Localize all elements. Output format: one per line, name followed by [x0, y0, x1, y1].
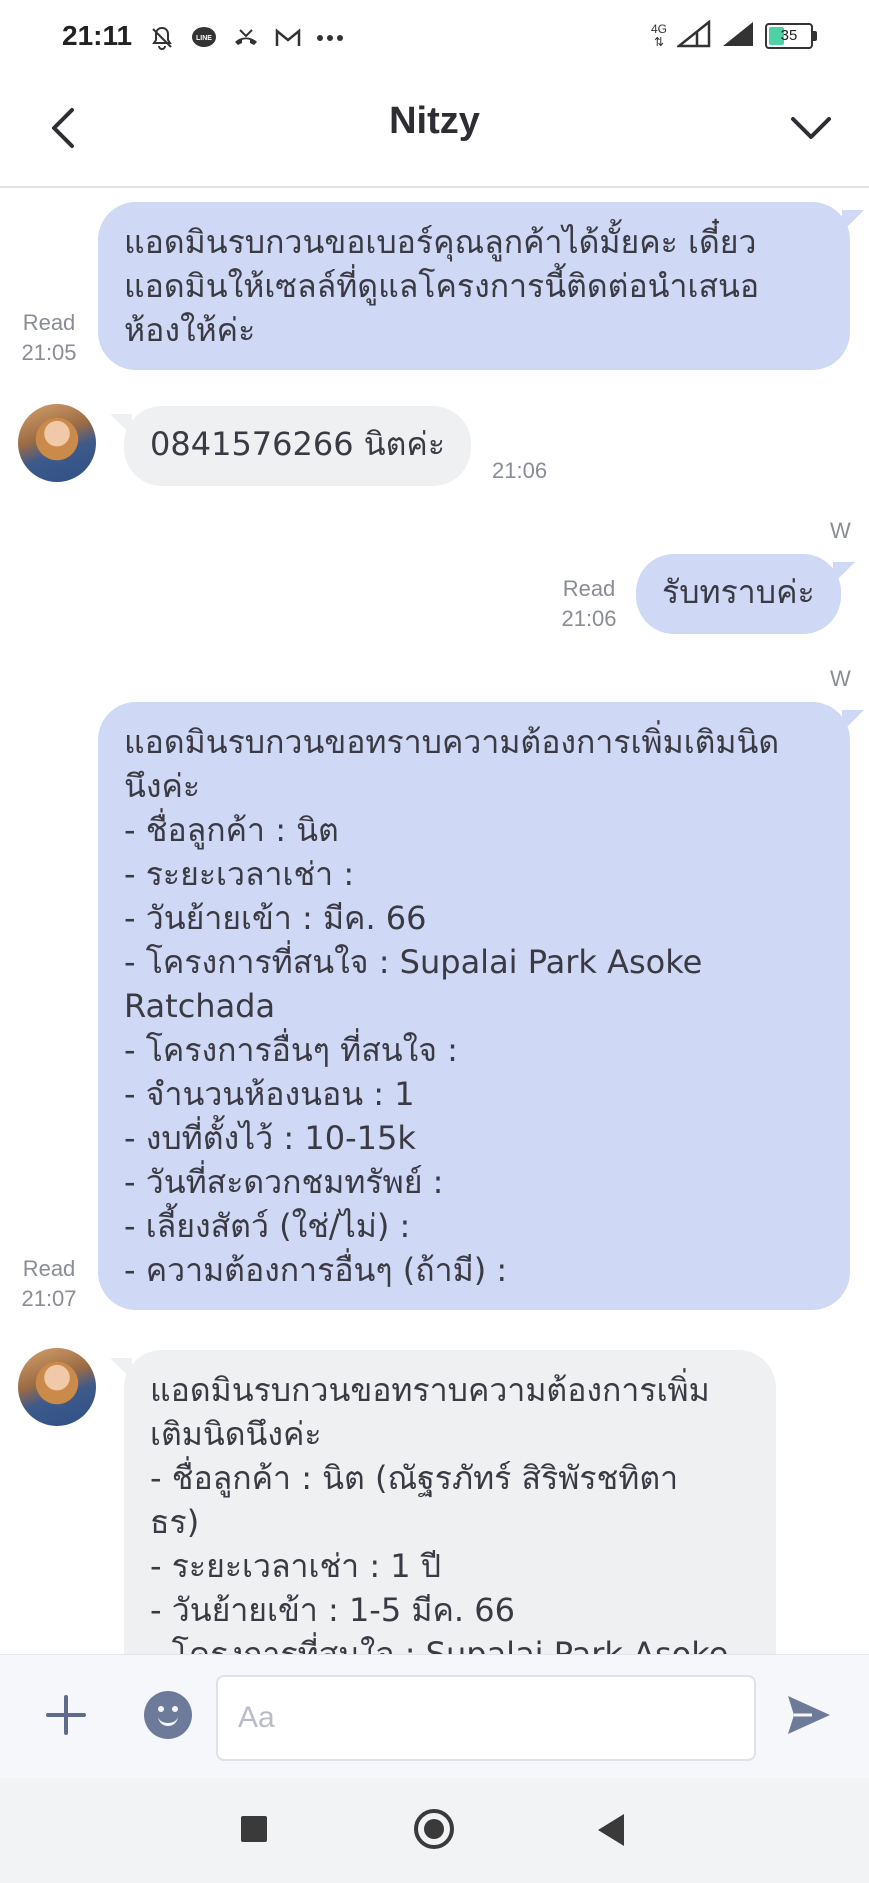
message-text: 0841576266 นิตค่ะ: [150, 425, 446, 463]
send-button[interactable]: [777, 1683, 841, 1747]
message-text: ธร): [150, 1503, 200, 1541]
system-nav-bar: [0, 1778, 869, 1883]
message-text: - โครงการที่สนใจ : Supalai Park Asoke: [150, 1635, 729, 1654]
message-text: นึงค่ะ: [124, 767, 201, 805]
message-text: แอดมินรบกวนขอเบอร์คุณลูกค้าได้มั้ยคะ เดี…: [124, 223, 757, 261]
message-text: - โครงการที่สนใจ : Supalai Park Asoke: [124, 943, 703, 981]
message-bubble-incoming[interactable]: 0841576266 นิตค่ะ: [110, 406, 472, 486]
chat-header: Nitzy: [0, 78, 869, 188]
gmail-icon: [272, 22, 304, 54]
message-text: - วันที่สะดวกชมทรัพย์ :: [124, 1163, 444, 1201]
sender-mark: W: [830, 518, 851, 543]
line-app-icon: LINE: [188, 22, 220, 54]
message-text: - วันย้ายเข้า : มีค. 66: [124, 899, 427, 937]
message-text: แอดมินให้เซลล์ที่ดูแลโครงการนี้ติดต่อนำเ…: [124, 267, 760, 305]
send-icon: [788, 1696, 830, 1734]
chat-title: Nitzy: [389, 100, 480, 142]
message-composer: [0, 1654, 869, 1779]
message-text: แอดมินรบกวนขอทราบความต้องการเพิ่ม: [150, 1371, 710, 1409]
message-bubble-outgoing[interactable]: รับทราบค่ะ: [636, 554, 855, 634]
missed-call-icon: [230, 22, 262, 54]
emoji-button[interactable]: [144, 1691, 192, 1739]
message-text: Ratchada: [124, 987, 276, 1025]
message-bubble-incoming[interactable]: แอดมินรบกวนขอทราบความต้องการเพิ่ม เติมนิ…: [110, 1350, 776, 1654]
message-text: - โครงการอื่นๆ ที่สนใจ :: [124, 1031, 458, 1069]
add-attachment-button[interactable]: [38, 1687, 94, 1743]
message-text: ห้องให้ค่ะ: [124, 311, 256, 349]
message-bubble-outgoing[interactable]: แอดมินรบกวนขอเบอร์คุณลูกค้าได้มั้ยคะ เดี…: [98, 202, 864, 370]
read-receipt: Read 21:07: [21, 1256, 77, 1311]
bell-off-icon: [146, 22, 178, 54]
message-input[interactable]: [216, 1675, 756, 1761]
battery-icon: 35: [765, 23, 817, 49]
read-receipt: Read 21:05: [21, 310, 77, 365]
signal-icon: [721, 20, 755, 52]
message-text: - งบที่ตั้งไว้ : 10-15k: [124, 1119, 416, 1157]
svg-text:LINE: LINE: [196, 35, 212, 42]
message-text: รับทราบค่ะ: [662, 573, 815, 611]
avatar[interactable]: [18, 404, 96, 482]
system-indicators: 4G ⇅ 35: [650, 19, 817, 52]
message-text: - วันย้ายเข้า : 1-5 มีค. 66: [150, 1591, 515, 1629]
plus-icon: [46, 1695, 86, 1735]
expand-menu-button[interactable]: [781, 98, 841, 158]
message-text: - เลี้ยงสัตว์ (ใช่/ไม่) :: [124, 1207, 411, 1245]
message-text: - จำนวนห้องนอน : 1: [124, 1075, 415, 1113]
sender-mark: W: [830, 666, 851, 691]
message-text: - ชื่อลูกค้า : นิต (ณัฐรภัทร์ สิริพัรชทิ…: [150, 1459, 679, 1497]
message-text: แอดมินรบกวนขอทราบความต้องการเพิ่มเติมนิด: [124, 723, 780, 761]
more-icon: [314, 22, 346, 54]
message-text: - ความต้องการอื่นๆ (ถ้ามี) :: [124, 1251, 508, 1289]
avatar[interactable]: [18, 1348, 96, 1426]
recent-apps-button[interactable]: [241, 1816, 267, 1842]
message-text: - ระยะเวลาเช่า : 1 ปี: [150, 1547, 442, 1585]
message-bubble-outgoing[interactable]: แอดมินรบกวนขอทราบความต้องการเพิ่มเติมนิด…: [98, 702, 864, 1310]
read-receipt: Read 21:06: [561, 576, 617, 631]
message-time: 21:06: [492, 458, 548, 483]
signal-icon: [675, 19, 711, 52]
message-text: - ระยะเวลาเช่า :: [124, 855, 355, 893]
status-time: 21:11: [62, 20, 133, 51]
message-text: เติมนิดนึงค่ะ: [150, 1415, 322, 1453]
chevron-down-icon: [791, 117, 831, 139]
notification-icons: LINE: [146, 22, 346, 54]
nav-back-button[interactable]: [598, 1814, 624, 1846]
message-text: - ชื่อลูกค้า : นิต: [124, 811, 339, 849]
chat-messages[interactable]: Read 21:05 แอดมินรบกวนขอเบอร์คุณลูกค้าได้…: [0, 188, 869, 1654]
status-bar: 21:11 LINE 4G ⇅ 35: [0, 0, 869, 78]
network-type: 4G ⇅: [650, 22, 667, 49]
home-button[interactable]: [414, 1809, 454, 1849]
